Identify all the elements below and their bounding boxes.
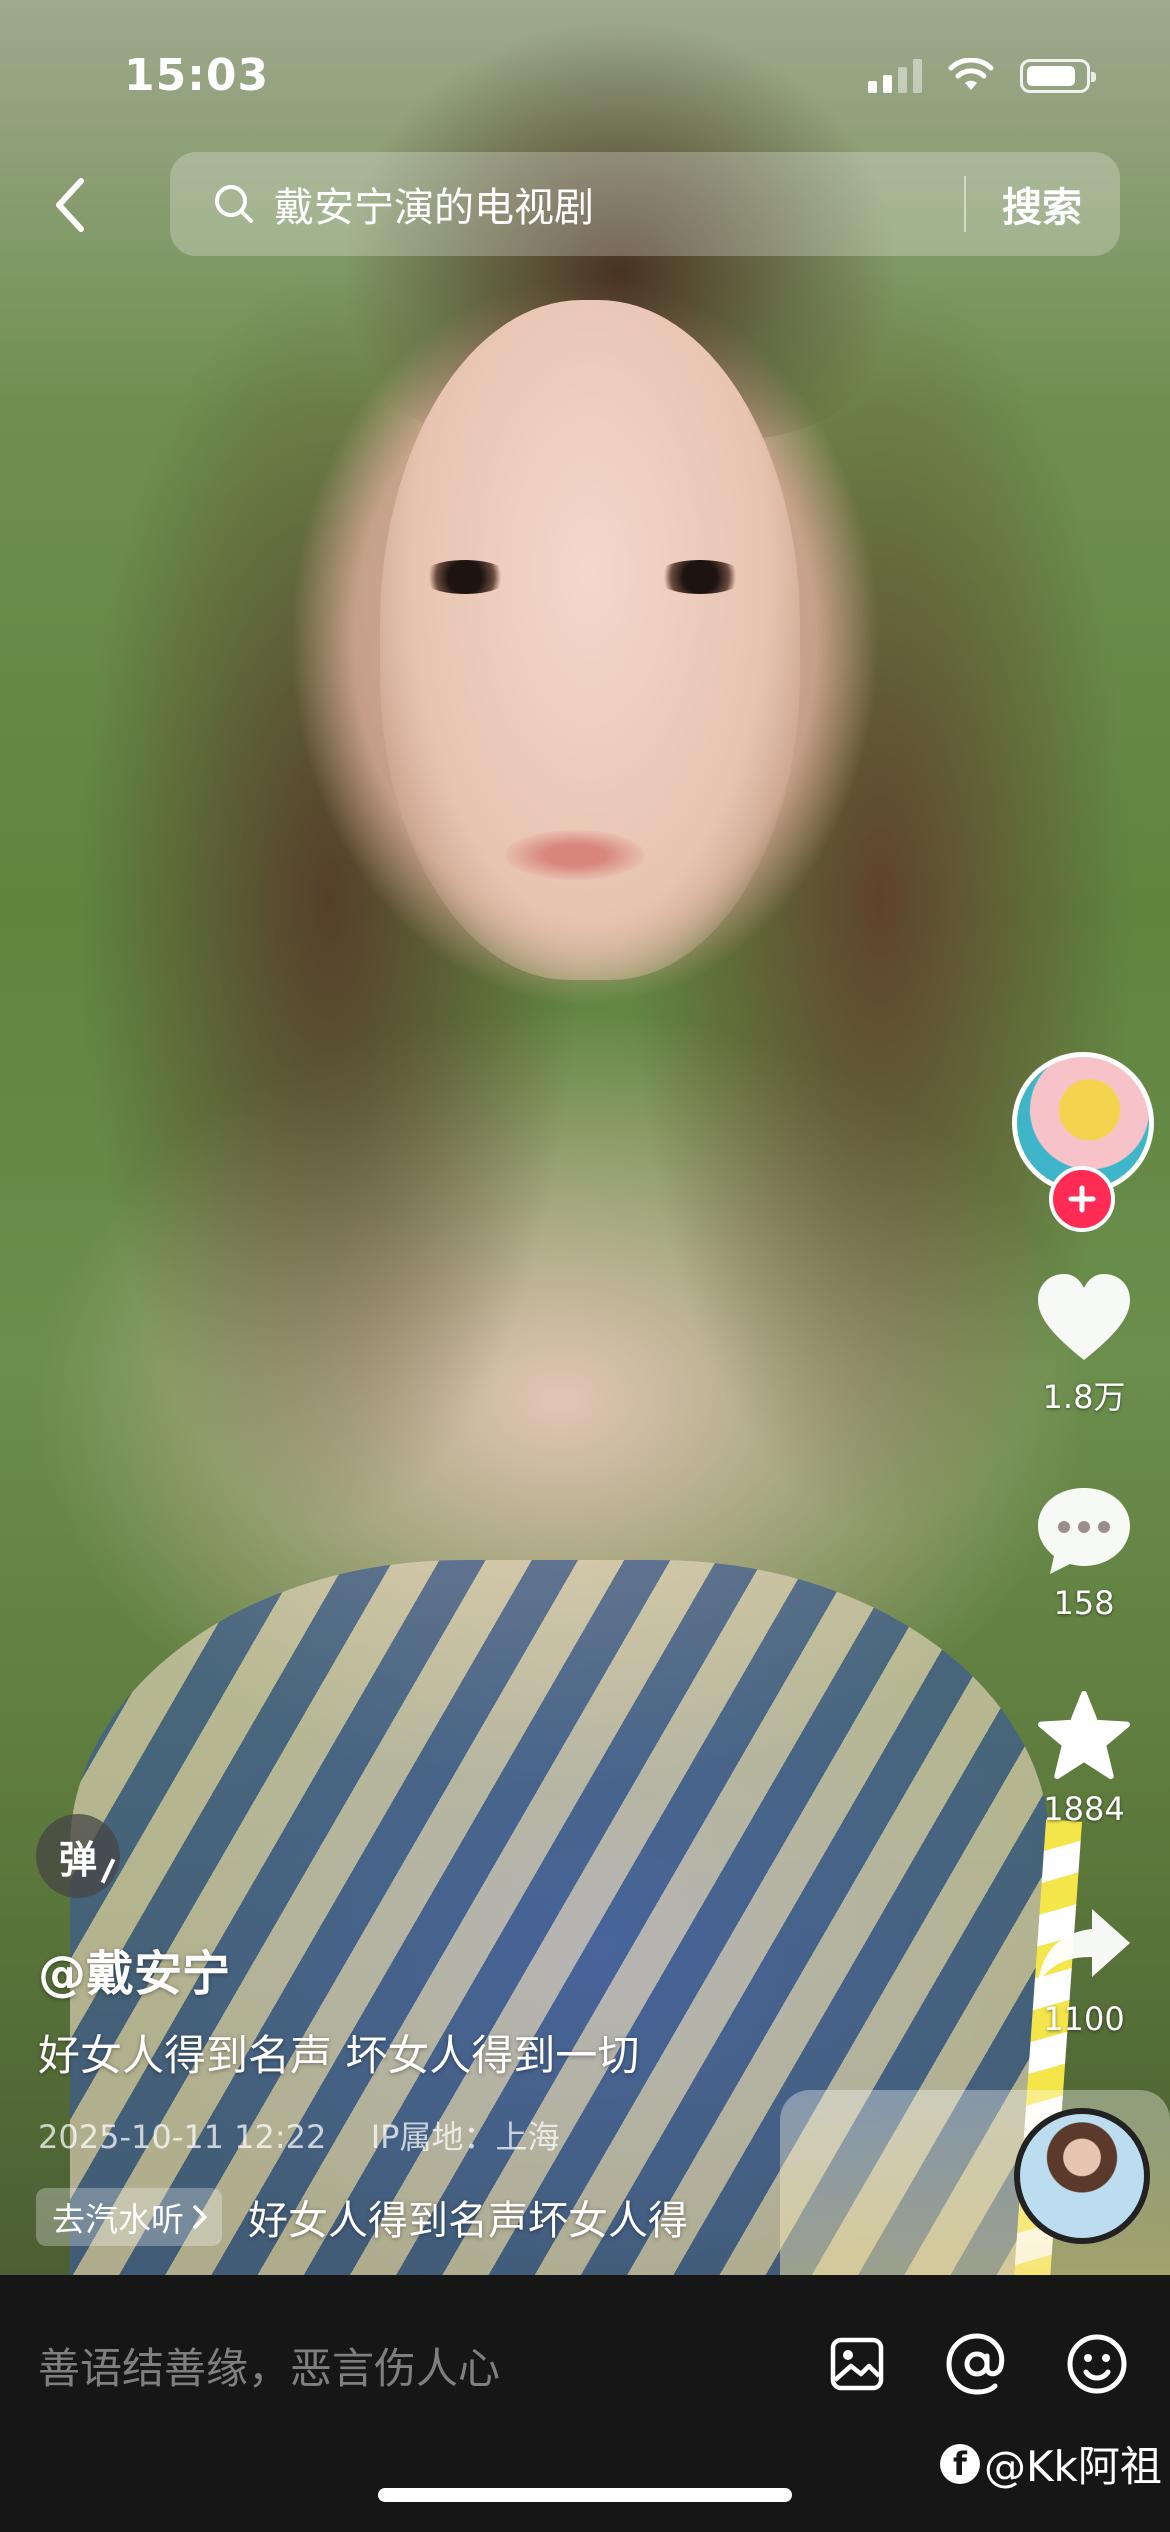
video-frame-eye-right [655,560,745,594]
search-bar[interactable]: 戴安宁演的电视剧 搜索 [170,152,1120,256]
watermark-text: @Kk阿祖 [984,2442,1162,2491]
status-time: 15:03 [124,50,270,101]
image-icon [830,2337,884,2391]
ip-location: IP属地：上海 [370,2118,560,2156]
emoji-icon [1067,2334,1127,2394]
facebook-logo-icon: f [940,2443,980,2484]
danmaku-label: 弹 [58,1837,97,1882]
music-row[interactable]: 去汽水听 好女人得到名声坏女人得 [36,2186,738,2248]
at-sign-icon [946,2333,1005,2395]
status-icons [868,58,1096,94]
watermark: f @Kk阿祖 [940,2433,1162,2494]
chevron-right-icon [193,2205,207,2229]
comment-bubble-icon [1038,1488,1130,1574]
danmaku-toggle[interactable]: 弹 [36,1814,120,1898]
back-button[interactable] [40,170,100,240]
battery-level [1027,66,1075,86]
battery-icon [1020,59,1096,93]
like-button[interactable]: 1.8万 [1020,1272,1148,1418]
music-tag-button[interactable]: 去汽水听 [36,2188,222,2246]
favorite-count: 1884 [1043,1790,1125,1828]
video-frame-eye-left [420,560,510,594]
video-frame-lips [505,830,645,880]
back-arrow-icon [56,178,84,232]
status-bar: 15:03 [0,0,1170,150]
home-indicator[interactable] [378,2488,792,2502]
comment-button[interactable]: 158 [1020,1484,1148,1622]
image-button[interactable] [820,2327,894,2401]
post-caption: 好女人得到名声 坏女人得到一切 [38,2031,640,2080]
wifi-icon [948,58,994,90]
music-disc[interactable] [1014,2108,1150,2244]
star-icon [1038,1690,1130,1780]
comment-count: 158 [1053,1584,1115,1622]
post-date: 2025-10-11 12:22 [38,2118,327,2156]
emoji-button[interactable] [1060,2327,1134,2401]
signal-icon [868,59,922,93]
like-count: 1.8万 [1042,1378,1126,1416]
author-name[interactable]: @戴安宁 [38,1934,230,2004]
plus-icon [1068,1185,1096,1213]
music-tag-label: 去汽水听 [52,2200,184,2239]
follow-button[interactable] [1049,1166,1115,1232]
share-button[interactable]: 1100 [1020,1900,1148,2038]
search-query[interactable]: 戴安宁演的电视剧 [274,175,964,233]
share-arrow-icon [1038,1909,1130,1983]
search-icon [204,174,264,234]
post-meta: 2025-10-11 12:22 IP属地：上海 [38,2112,559,2158]
mention-button[interactable] [940,2327,1014,2401]
comment-input[interactable]: 善语结善缘，恶言伤人心 [38,2335,500,2396]
favorite-button[interactable]: 1884 [1020,1690,1148,1828]
heart-icon [1038,1274,1130,1360]
music-title[interactable]: 好女人得到名声坏女人得 [248,2188,738,2246]
share-count: 1100 [1043,2000,1125,2038]
search-button[interactable]: 搜索 [966,175,1120,233]
